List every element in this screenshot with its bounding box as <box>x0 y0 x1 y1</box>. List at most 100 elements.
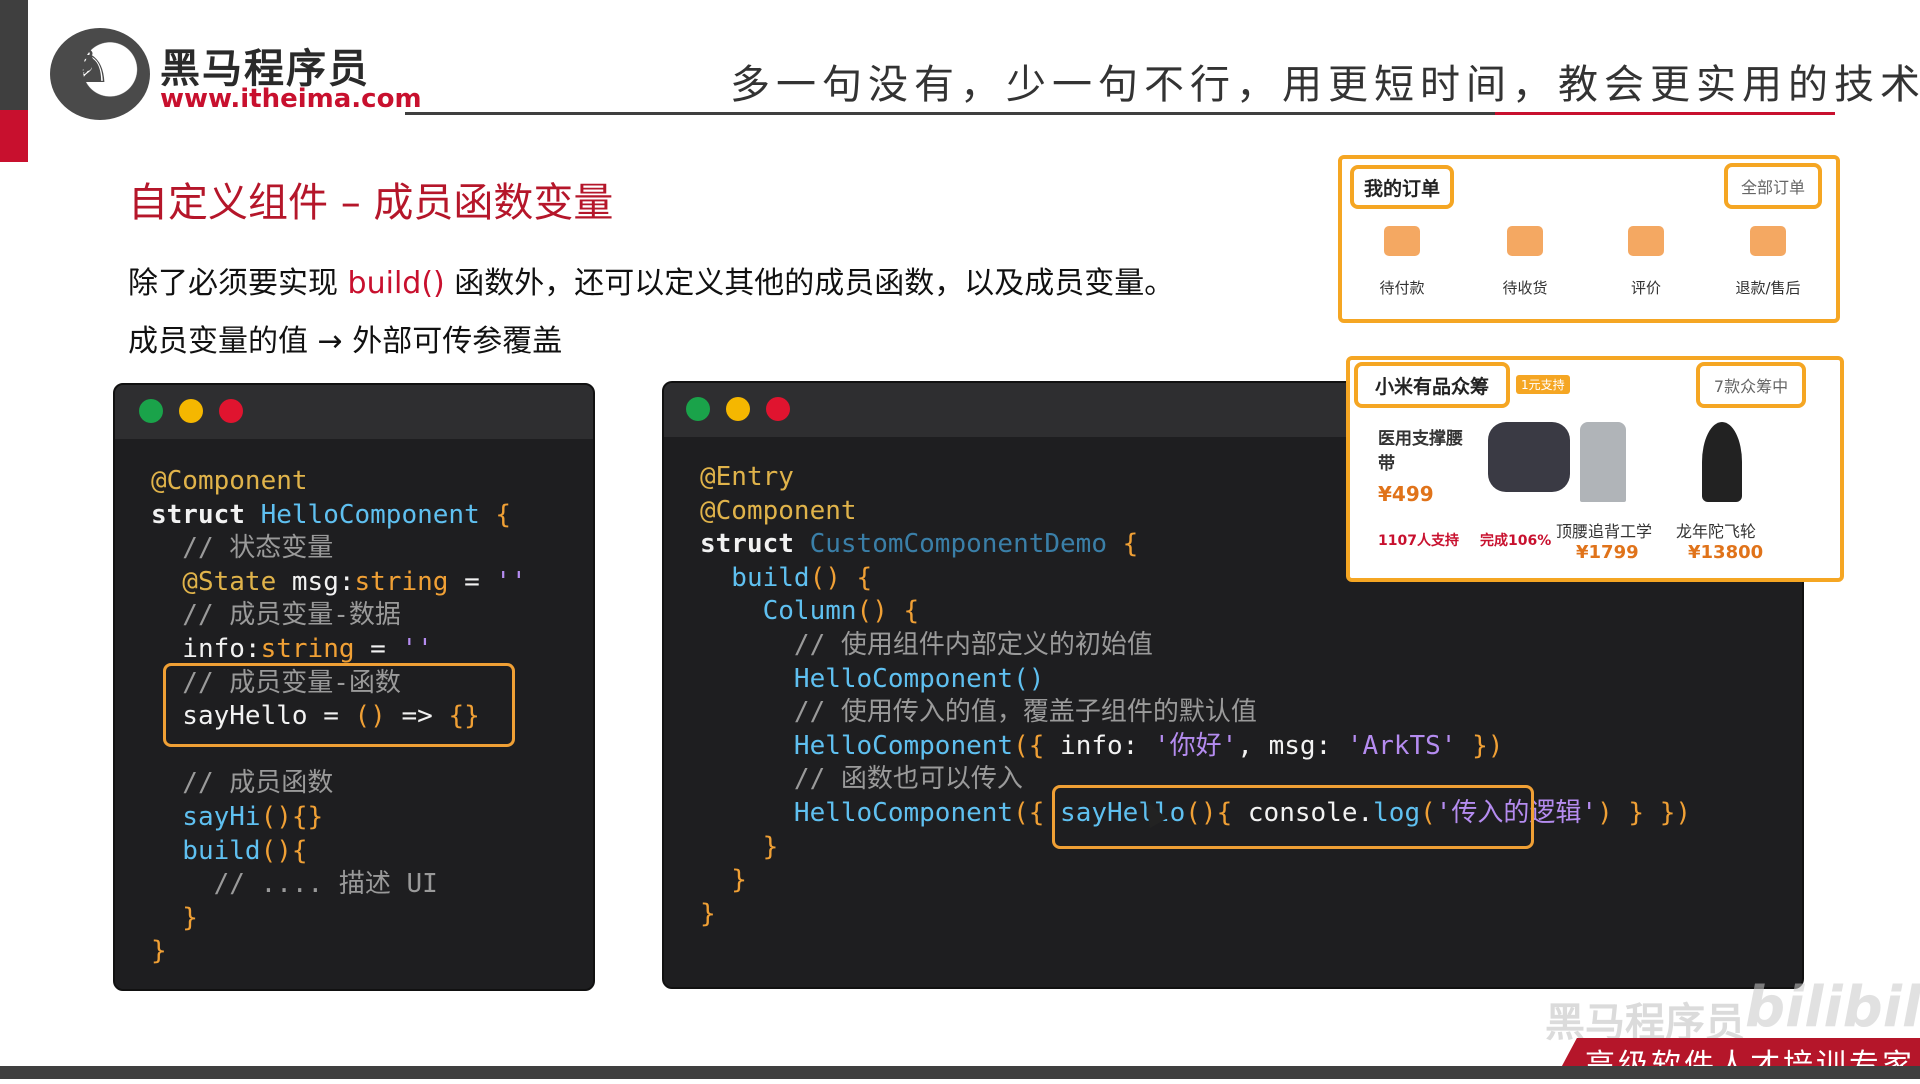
code-token: (){} <box>260 801 324 832</box>
code-comment: // 成员变量-数据 <box>151 600 401 631</box>
code-token: } <box>700 831 779 862</box>
code-token: @State <box>151 566 277 597</box>
code-token: { <box>479 499 512 530</box>
product-name: 龙年陀飞轮 <box>1676 522 1757 541</box>
code-token: @Entry <box>700 462 794 492</box>
code-token: = <box>354 633 402 664</box>
product-support: 1107人支持 <box>1378 533 1459 549</box>
brand-url: www.itheima.com <box>160 84 422 114</box>
code-token: HelloComponent <box>700 797 1014 828</box>
window-titlebar <box>115 385 593 439</box>
code-token: (){ <box>260 835 308 866</box>
code-token: ({ <box>1013 730 1061 761</box>
horse-icon: ♞ <box>72 42 112 93</box>
red-dot-icon <box>219 399 243 423</box>
yellow-dot-icon <box>179 399 203 423</box>
code-token: } <box>700 865 747 896</box>
code-token: msg <box>1268 730 1316 761</box>
desc-text: 函数外，还可以定义其他的成员函数，以及成员变量。 <box>444 266 1175 301</box>
crowdfund-title: 小米有品众筹 <box>1354 362 1510 408</box>
order-item-pending-payment[interactable]: 待付款 <box>1347 277 1457 298</box>
highlight-box-member-function <box>163 663 515 747</box>
code-token: : <box>1122 730 1154 761</box>
code-comment: // 成员函数 <box>151 768 334 799</box>
code-token: msg: <box>276 566 355 597</box>
green-dot-icon <box>686 397 710 421</box>
product-progress: 完成106% <box>1480 533 1552 549</box>
code-comment: // 函数也可以传入 <box>700 764 1023 795</box>
code-token: info: <box>151 633 261 664</box>
code-token: struct <box>700 529 810 560</box>
code-token: } <box>700 898 716 929</box>
code-token: HelloComponent <box>260 499 480 530</box>
description-line-2: 成员变量的值 → 外部可传参覆盖 <box>128 324 563 359</box>
code-token: HelloComponent <box>700 730 1014 761</box>
code-token: build <box>151 835 261 866</box>
header-divider-accent <box>1495 112 1835 115</box>
code-token: : <box>1315 730 1347 761</box>
code-token: '' <box>401 633 433 664</box>
product-price: ¥499 <box>1378 482 1434 506</box>
code-token: HelloComponent() <box>700 663 1045 694</box>
pending-receipt-icon <box>1507 226 1543 256</box>
code-token: } }) <box>1628 797 1692 828</box>
code-token: Column <box>700 596 857 627</box>
header-slogan: 多一句没有，少一句不行，用更短时间，教会更实用的技术！ <box>730 62 1920 108</box>
code-token: 'ArkTS' <box>1346 730 1457 761</box>
code-window-left: @Component struct HelloComponent { // 状态… <box>113 383 595 991</box>
review-icon <box>1628 226 1664 256</box>
code-token: () { <box>856 596 920 627</box>
pending-payment-icon <box>1384 226 1420 256</box>
crowdfund-count-link[interactable]: 7款众筹中 <box>1696 362 1806 408</box>
code-comment: // 状态变量 <box>151 533 334 564</box>
yellow-dot-icon <box>726 397 750 421</box>
refund-icon <box>1750 226 1786 256</box>
code-token: }) <box>1456 730 1504 761</box>
all-orders-link[interactable]: 全部订单 <box>1724 163 1822 209</box>
code-token: () { <box>809 562 873 593</box>
code-comment: // 使用组件内部定义的初始值 <box>700 629 1153 660</box>
desc-highlight: build() <box>347 266 445 301</box>
crowdfund-card: 小米有品众筹 1元支持 7款众筹中 医用支撑腰带 ¥499 1107人支持 完成… <box>1346 356 1844 582</box>
code-token: @Component <box>151 466 308 496</box>
code-token: struct <box>151 499 261 530</box>
product-name: 医用支撑腰带 <box>1378 429 1463 474</box>
code-token: { <box>1107 529 1139 560</box>
product-price: ¥13800 <box>1688 542 1764 563</box>
tourbillon-watch-image <box>1702 422 1742 502</box>
description-line-1: 除了必须要实现 build() 函数外，还可以定义其他的成员函数，以及成员变量。 <box>128 258 1174 302</box>
code-token: } <box>151 936 167 967</box>
bilibili-logo: bilibili <box>1745 975 1920 1040</box>
highlight-box-passed-function <box>1052 785 1534 849</box>
code-token: ) <box>1597 797 1629 828</box>
waist-belt-image <box>1488 422 1570 492</box>
crowdfund-tag: 1元支持 <box>1516 375 1570 394</box>
desc-text: 除了必须要实现 <box>128 266 348 301</box>
green-dot-icon <box>139 399 163 423</box>
orders-card: 我的订单 全部订单 待付款 待收货 评价 退款/售后 <box>1338 155 1840 323</box>
orders-title: 我的订单 <box>1350 165 1454 209</box>
code-token: sayHi <box>151 801 261 832</box>
code-token: string <box>260 633 355 664</box>
slide-title: 自定义组件 – 成员函数变量 <box>128 180 614 226</box>
code-comment: // .... 描述 UI <box>151 869 438 900</box>
code-token: build <box>700 562 810 593</box>
red-dot-icon <box>766 397 790 421</box>
code-token: string <box>354 566 449 597</box>
product-name: 顶腰追背工学 <box>1556 522 1653 541</box>
order-item-refund[interactable]: 退款/售后 <box>1713 277 1823 298</box>
office-chair-image <box>1580 422 1626 502</box>
edge-bar <box>0 0 28 110</box>
edge-accent <box>0 110 28 162</box>
code-token: @Component <box>700 495 857 526</box>
code-token: '' <box>495 566 527 597</box>
code-token: } <box>151 902 198 933</box>
product-price: ¥1799 <box>1576 542 1639 563</box>
footer-bar <box>0 1066 1920 1079</box>
code-comment: // 使用传入的值，覆盖子组件的默认值 <box>700 697 1257 728</box>
order-item-review[interactable]: 评价 <box>1591 277 1701 298</box>
code-token: = <box>448 566 496 597</box>
code-token: '你好' <box>1153 730 1238 761</box>
code-token: , <box>1237 730 1269 761</box>
order-item-pending-receipt[interactable]: 待收货 <box>1470 277 1580 298</box>
